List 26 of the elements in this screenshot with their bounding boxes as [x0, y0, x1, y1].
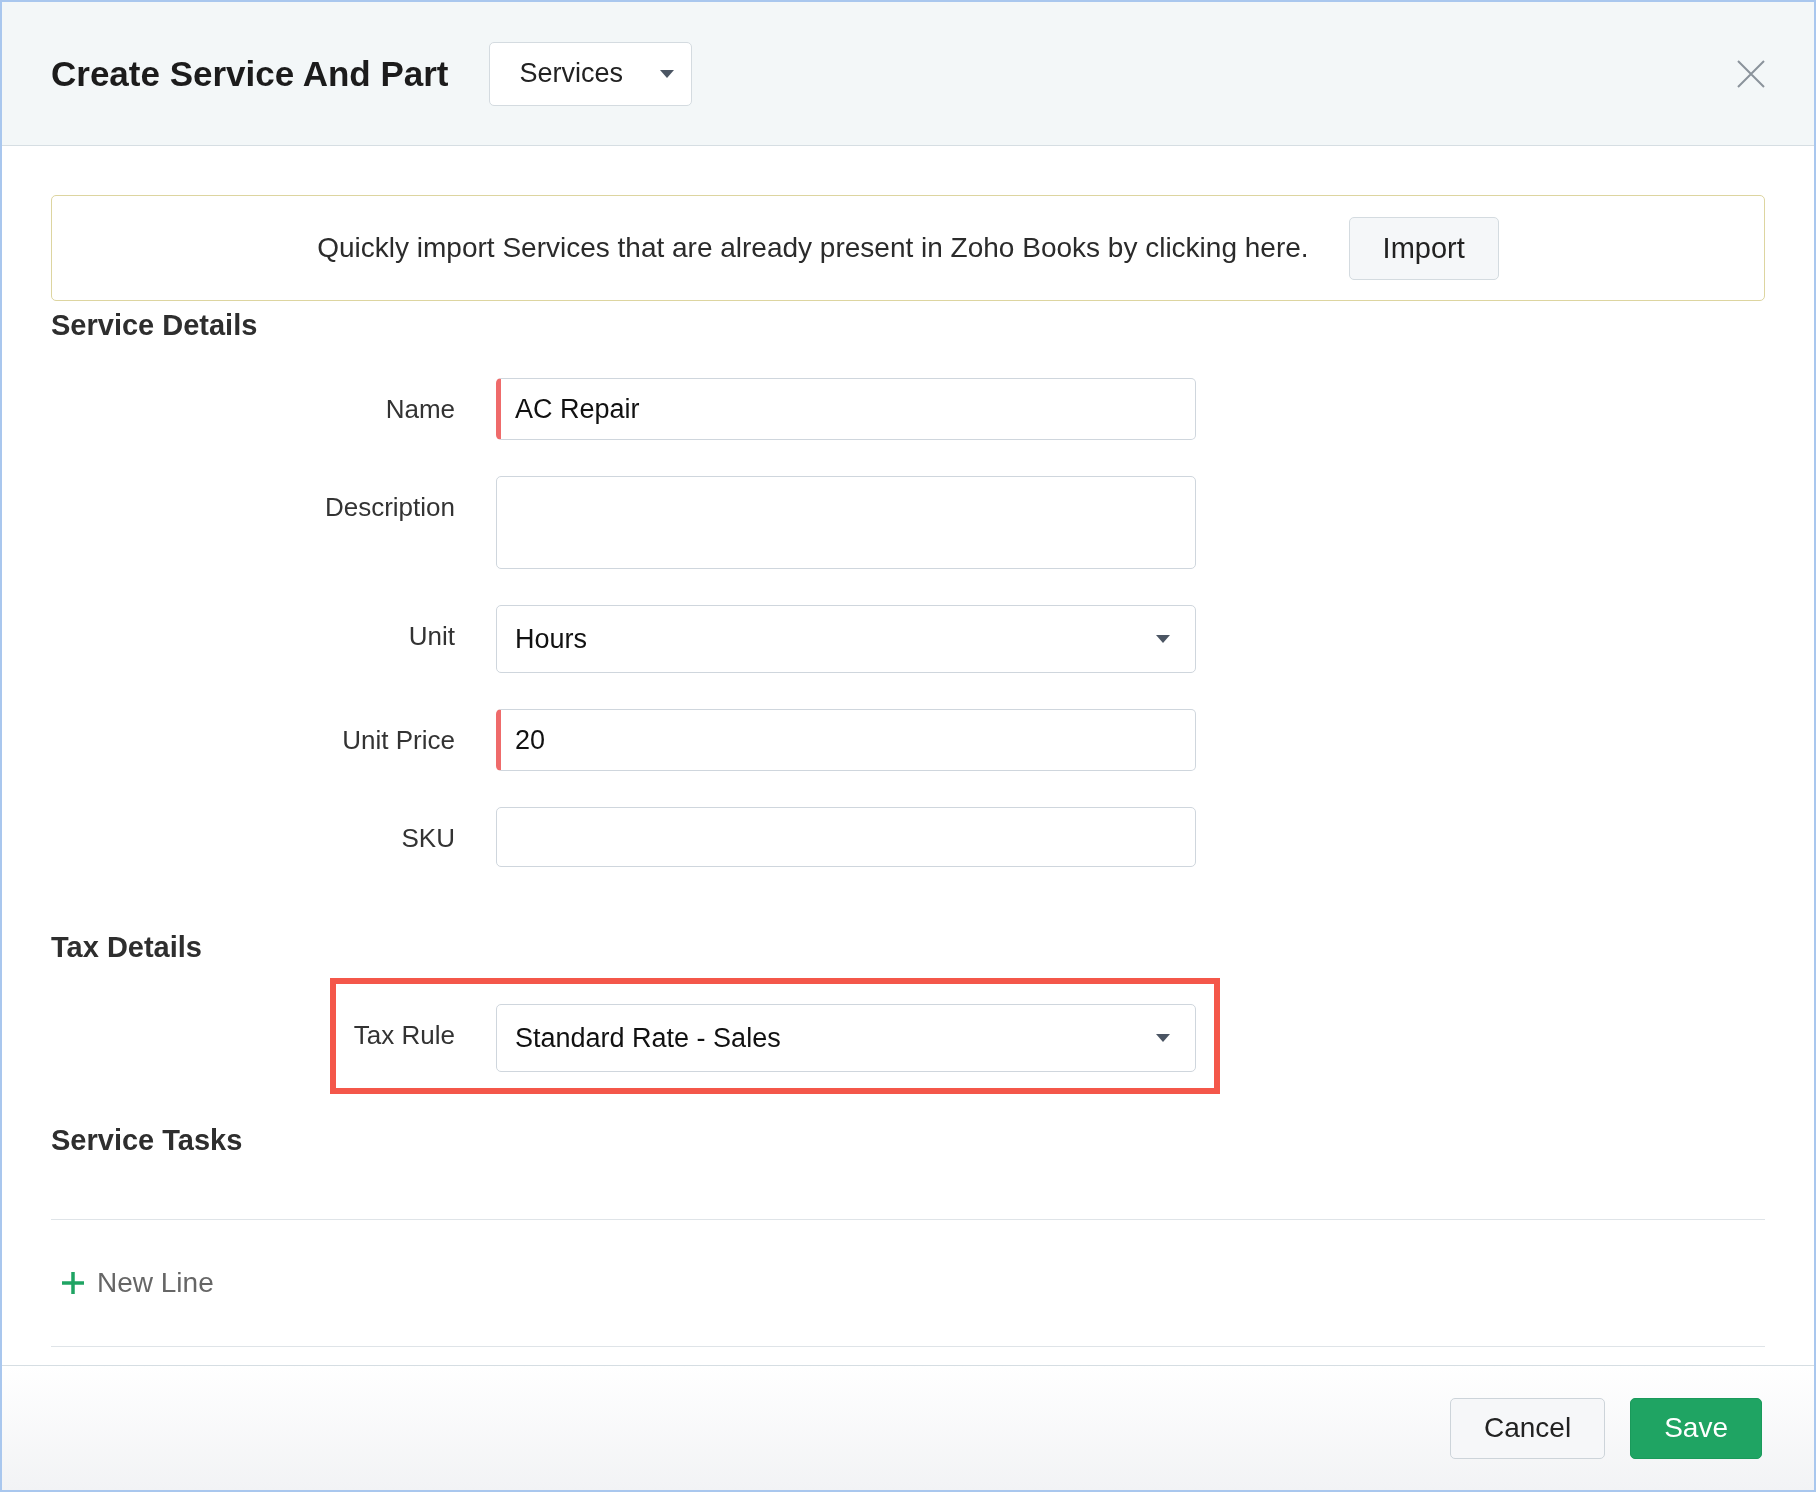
- select-field[interactable]: Hours: [496, 605, 1196, 673]
- field-label: Unit Price: [342, 724, 455, 756]
- caret-icon: [1155, 1033, 1171, 1043]
- field-label: Unit: [408, 620, 455, 652]
- caret-icon: [1155, 634, 1171, 644]
- field-label: Name: [385, 393, 455, 425]
- text-area[interactable]: [496, 476, 1196, 569]
- field-label: Tax Rule: [353, 1019, 455, 1051]
- section-heading: Service Details: [51, 309, 259, 342]
- section-heading: Service Tasks: [51, 1124, 244, 1157]
- plus-icon: [61, 1271, 85, 1295]
- dialog-title: Create Service And Part: [51, 53, 449, 94]
- input-field[interactable]: [496, 807, 1196, 867]
- input-field[interactable]: AC Repair: [496, 378, 1196, 440]
- caret-icon: [658, 68, 675, 79]
- type-dropdown[interactable]: Services: [488, 41, 692, 106]
- input-field[interactable]: 20: [496, 709, 1196, 771]
- banner-message: Quickly import Services that are already present in Zoho Books by clicking here.: [317, 232, 1309, 264]
- cancel-button[interactable]: Cancel: [1450, 1397, 1606, 1459]
- select-field[interactable]: Standard Rate - Sales: [496, 1004, 1196, 1072]
- field-label: SKU: [401, 822, 455, 854]
- close-icon[interactable]: [1736, 58, 1766, 89]
- field-label: Description: [324, 491, 455, 523]
- section-heading: Tax Details: [51, 931, 203, 964]
- new-line-link[interactable]: New Line: [61, 1267, 214, 1299]
- import-button[interactable]: Import: [1348, 216, 1499, 280]
